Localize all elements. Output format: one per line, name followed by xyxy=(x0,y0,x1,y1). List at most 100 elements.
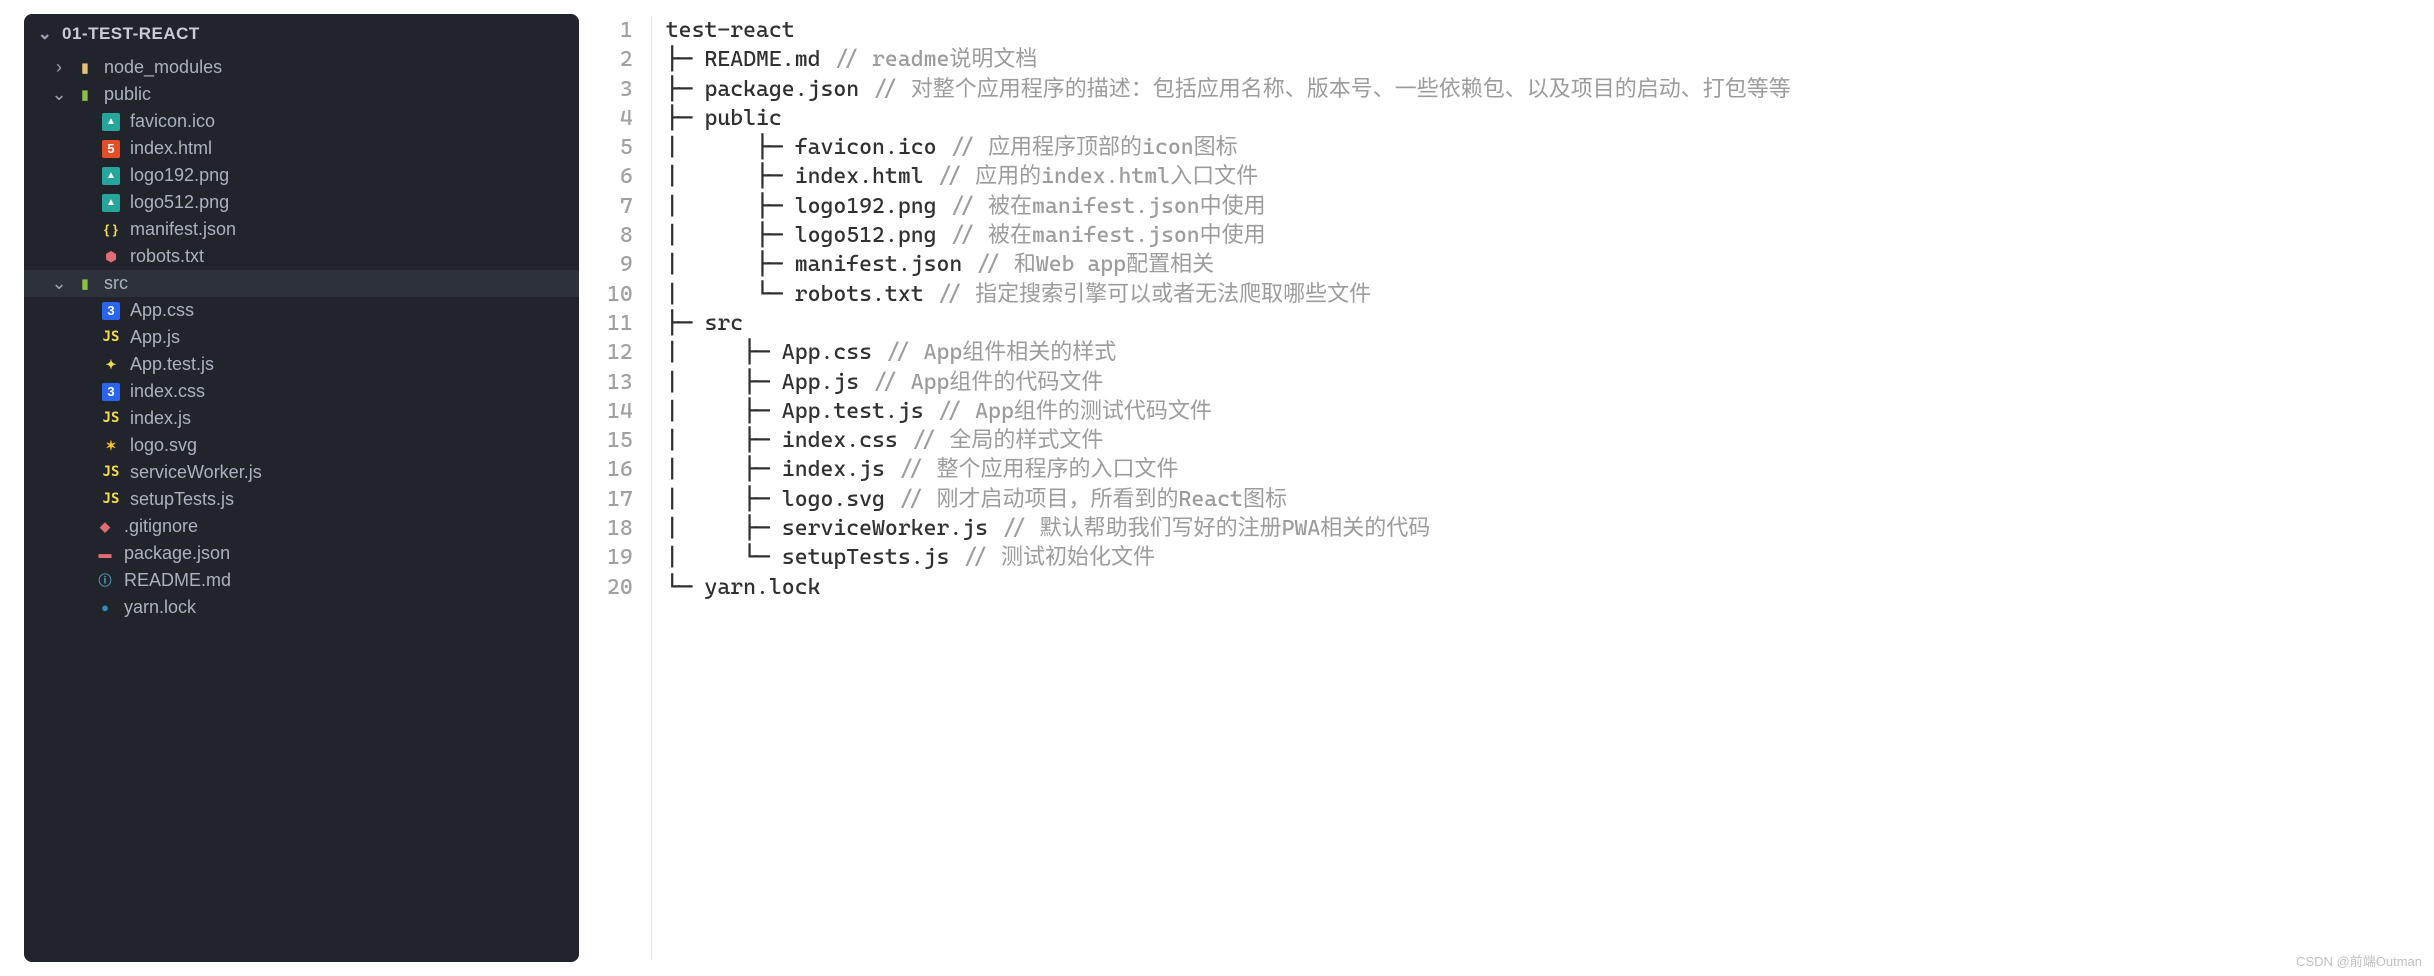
svg-icon: ✶ xyxy=(102,437,120,455)
code-line: ├─ public xyxy=(666,104,1791,133)
project-name: 01-TEST-REACT xyxy=(62,24,200,44)
folder-icon: ▮ xyxy=(76,59,94,77)
code-line: └─ yarn.lock xyxy=(666,573,1791,602)
code-line: | └─ setupTests.js // 测试初始化文件 xyxy=(666,543,1791,572)
file-explorer: ⌄ 01-TEST-REACT › ▮ node_modules ⌄ ▮ public ▲ f… xyxy=(24,14,579,962)
code-line: | ├─ favicon.ico // 应用程序顶部的icon图标 xyxy=(666,133,1791,162)
folder-node_modules[interactable]: › ▮ node_modules xyxy=(24,54,579,81)
json-icon: ▬ xyxy=(96,545,114,563)
js-icon: JS xyxy=(102,491,120,509)
line-number: 18 xyxy=(607,514,633,543)
item-label: node_modules xyxy=(104,54,222,81)
file-logo192.png[interactable]: ▲ logo192.png xyxy=(24,162,579,189)
item-label: favicon.ico xyxy=(130,108,215,135)
html-icon: 5 xyxy=(102,140,120,158)
code-line: | ├─ index.css // 全局的样式文件 xyxy=(666,426,1791,455)
folder-public[interactable]: ⌄ ▮ public xyxy=(24,81,579,108)
file-robots.txt[interactable]: ⬢ robots.txt xyxy=(24,243,579,270)
file-README.md[interactable]: ⓘ README.md xyxy=(24,567,579,594)
js-icon: JS xyxy=(102,410,120,428)
file-App.js[interactable]: JSApp.js xyxy=(24,324,579,351)
folder-src[interactable]: ⌄ ▮ src xyxy=(24,270,579,297)
line-number: 6 xyxy=(607,162,633,191)
file-index.css[interactable]: 3index.css xyxy=(24,378,579,405)
line-number: 14 xyxy=(607,397,633,426)
line-number: 19 xyxy=(607,543,633,572)
line-number: 13 xyxy=(607,368,633,397)
line-number: 2 xyxy=(607,45,633,74)
file-tree: › ▮ node_modules ⌄ ▮ public ▲ favicon.ico 5 index… xyxy=(24,54,579,621)
code-line: | ├─ logo192.png // 被在manifest.json中使用 xyxy=(666,192,1791,221)
file-manifest.json[interactable]: { } manifest.json xyxy=(24,216,579,243)
code-line: | ├─ logo512.png // 被在manifest.json中使用 xyxy=(666,221,1791,250)
code-line: ├─ src xyxy=(666,309,1791,338)
line-number: 11 xyxy=(607,309,633,338)
git-icon: ◆ xyxy=(96,518,114,536)
item-label: App.test.js xyxy=(130,351,214,378)
file-package.json[interactable]: ▬ package.json xyxy=(24,540,579,567)
line-number: 5 xyxy=(607,133,633,162)
file-setupTests.js[interactable]: JSsetupTests.js xyxy=(24,486,579,513)
item-label: README.md xyxy=(124,567,231,594)
item-label: serviceWorker.js xyxy=(130,459,262,486)
line-number: 8 xyxy=(607,221,633,250)
item-label: index.js xyxy=(130,405,191,432)
code-line: | ├─ index.html // 应用的index.html入口文件 xyxy=(666,162,1791,191)
code-line: | ├─ App.js // App组件的代码文件 xyxy=(666,368,1791,397)
line-number: 3 xyxy=(607,75,633,104)
line-number: 15 xyxy=(607,426,633,455)
folder-open-icon: ▮ xyxy=(76,275,94,293)
markdown-icon: ⓘ xyxy=(96,572,114,590)
line-number: 20 xyxy=(607,573,633,602)
item-label: App.js xyxy=(130,324,180,351)
image-icon: ▲ xyxy=(102,167,120,185)
file-logo.svg[interactable]: ✶ logo.svg xyxy=(24,432,579,459)
item-label: src xyxy=(104,270,128,297)
chevron-down-icon: ⌄ xyxy=(38,24,52,44)
image-icon: ▲ xyxy=(102,113,120,131)
explorer-header[interactable]: ⌄ 01-TEST-REACT xyxy=(24,14,579,54)
item-label: logo192.png xyxy=(130,162,229,189)
js-icon: JS xyxy=(102,464,120,482)
line-number: 16 xyxy=(607,455,633,484)
item-label: manifest.json xyxy=(130,216,236,243)
chevron-down-icon: ⌄ xyxy=(52,81,66,108)
test-icon: ✦ xyxy=(102,356,120,374)
line-number: 17 xyxy=(607,485,633,514)
yarn-icon: ● xyxy=(96,599,114,617)
line-number: 10 xyxy=(607,280,633,309)
file-serviceWorker.js[interactable]: JS serviceWorker.js xyxy=(24,459,579,486)
item-label: logo512.png xyxy=(130,189,229,216)
file-yarn.lock[interactable]: ●yarn.lock xyxy=(24,594,579,621)
code-line: | ├─ logo.svg // 刚才启动项目，所看到的React图标 xyxy=(666,485,1791,514)
file-logo512.png[interactable]: ▲logo512.png xyxy=(24,189,579,216)
item-label: App.css xyxy=(130,297,194,324)
robot-icon: ⬢ xyxy=(102,248,120,266)
item-label: logo.svg xyxy=(130,432,197,459)
item-label: index.html xyxy=(130,135,212,162)
chevron-down-icon: ⌄ xyxy=(52,270,66,297)
line-number: 1 xyxy=(607,16,633,45)
file-index.html[interactable]: 5 index.html xyxy=(24,135,579,162)
code-line: | ├─ index.js // 整个应用程序的入口文件 xyxy=(666,455,1791,484)
code-line: | ├─ App.css // App组件相关的样式 xyxy=(666,338,1791,367)
code-line: | ├─ serviceWorker.js // 默认帮助我们写好的注册PWA相… xyxy=(666,514,1791,543)
code-content[interactable]: test-react├─ README.md // readme说明文档├─ p… xyxy=(652,16,1791,960)
chevron-right-icon: › xyxy=(52,54,66,81)
code-line: test-react xyxy=(666,16,1791,45)
line-number: 7 xyxy=(607,192,633,221)
folder-open-icon: ▮ xyxy=(76,86,94,104)
line-number: 12 xyxy=(607,338,633,367)
item-label: robots.txt xyxy=(130,243,204,270)
file-favicon.ico[interactable]: ▲ favicon.ico xyxy=(24,108,579,135)
code-line: | ├─ App.test.js // App组件的测试代码文件 xyxy=(666,397,1791,426)
file-App.test.js[interactable]: ✦ App.test.js xyxy=(24,351,579,378)
json-icon: { } xyxy=(102,221,120,239)
file-App.css[interactable]: 3App.css xyxy=(24,297,579,324)
file-.gitignore[interactable]: ◆ .gitignore xyxy=(24,513,579,540)
code-line: | ├─ manifest.json // 和Web app配置相关 xyxy=(666,250,1791,279)
file-index.js[interactable]: JS index.js xyxy=(24,405,579,432)
item-label: public xyxy=(104,81,151,108)
item-label: .gitignore xyxy=(124,513,198,540)
item-label: package.json xyxy=(124,540,230,567)
